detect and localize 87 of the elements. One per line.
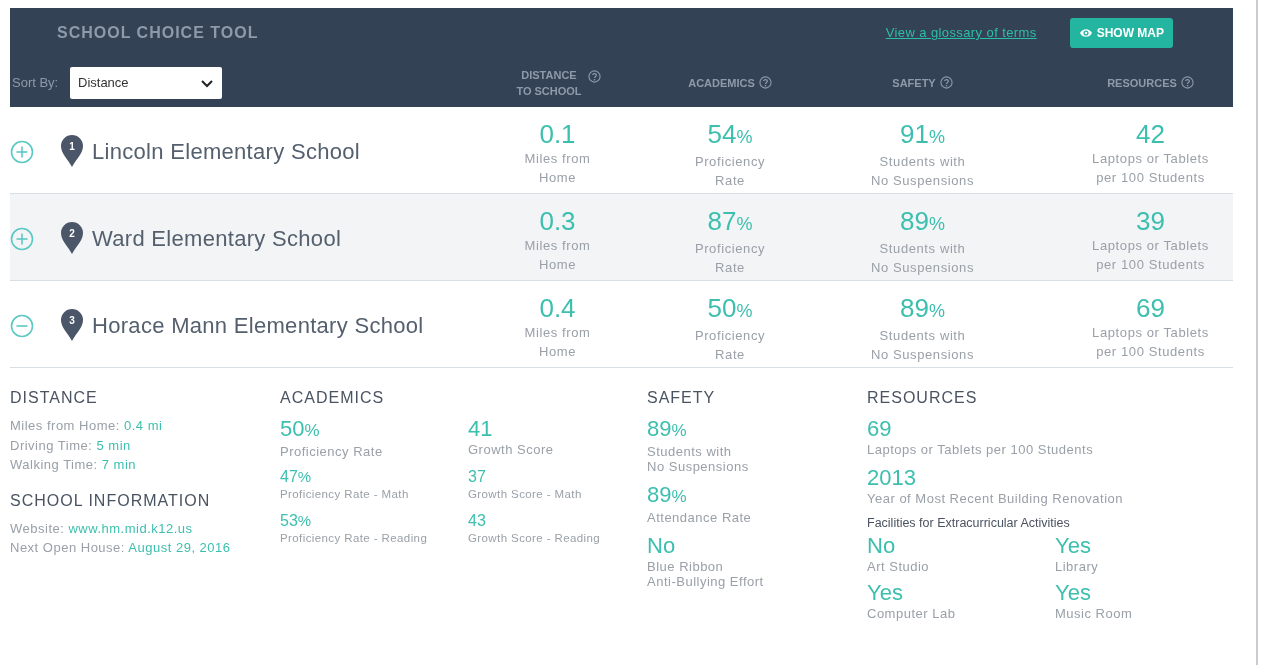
metric-value: Yes xyxy=(1055,532,1092,559)
help-icon xyxy=(939,76,953,89)
collapse-button[interactable] xyxy=(10,313,34,337)
expand-button[interactable] xyxy=(10,226,34,250)
metric-value: 2013 xyxy=(867,465,917,491)
school-name[interactable]: Horace Mann Elementary School xyxy=(92,308,424,342)
metric-value: 89% xyxy=(647,482,688,509)
school-name[interactable]: Lincoln Elementary School xyxy=(92,134,360,168)
metric-caption: Proficiency Rate - Math xyxy=(280,487,410,501)
metric-value: 0.4 xyxy=(538,293,577,323)
metric-caption: Miles from Home xyxy=(523,324,592,361)
column-header[interactable]: SAFETY xyxy=(892,74,936,91)
column-header[interactable]: RESOURCES xyxy=(1107,74,1177,91)
metric-caption: Library xyxy=(1055,558,1100,574)
metric-caption: Laptops or Tablets per 100 Students xyxy=(1091,237,1210,274)
metric-caption: Laptops or Tablets per 100 Students xyxy=(1091,150,1210,187)
section-heading: DISTANCE xyxy=(10,388,99,408)
metric-caption: Laptops or Tablets per 100 Students xyxy=(1091,324,1210,361)
metric-value: 89% xyxy=(899,206,946,238)
metric-value: Yes xyxy=(867,579,904,606)
metric-caption: Year of Most Recent Building Renovation xyxy=(867,491,1125,506)
metric-value: 39 xyxy=(1135,206,1166,236)
sort-dropdown[interactable]: Distance xyxy=(70,66,222,99)
metric-value: 0.1 xyxy=(538,119,577,149)
help-icon xyxy=(758,76,772,89)
metric-caption: Laptops or Tablets per 100 Students xyxy=(867,442,1095,457)
metric-value: 37 xyxy=(468,467,487,487)
metric-value: 0.3 xyxy=(538,206,577,236)
metric-value: 42 xyxy=(1135,119,1166,149)
map-pin-icon xyxy=(60,134,84,168)
glossary-link[interactable]: View a glossary of terms xyxy=(885,23,1037,43)
metric-value: 89% xyxy=(647,416,688,443)
detail-line: Next Open House: August 29, 2016 xyxy=(10,539,232,557)
pin-number: 2 xyxy=(68,227,76,241)
column-header[interactable]: ACADEMICS xyxy=(688,74,755,91)
metric-caption: Proficiency Rate xyxy=(280,444,384,459)
sort-label: Sort By: xyxy=(12,73,60,92)
metric-value: 50% xyxy=(706,293,754,325)
metric-value: 54% xyxy=(706,119,754,151)
metric-value: 50% xyxy=(280,416,321,443)
map-pin-icon xyxy=(60,308,84,342)
pin-number: 3 xyxy=(68,314,76,328)
metric-caption: Students with No Suspensions xyxy=(647,444,750,474)
section-heading: RESOURCES xyxy=(867,388,979,408)
metric-value: Yes xyxy=(1055,579,1092,606)
metric-caption: Music Room xyxy=(1055,605,1134,621)
metric-value: 89% xyxy=(899,293,946,325)
metric-value: 53% xyxy=(280,511,313,531)
section-heading: ACADEMICS xyxy=(280,388,386,408)
metric-value: 87% xyxy=(706,206,754,238)
column-header[interactable]: DISTANCE TO SCHOOL xyxy=(514,66,584,99)
metric-value: No xyxy=(867,532,897,559)
help-icon xyxy=(1180,76,1194,89)
metric-caption: Proficiency Rate - Reading xyxy=(280,531,429,545)
metric-caption: Students with No Suspensions xyxy=(869,327,976,364)
subheading: Facilities for Extracurricular Activities xyxy=(867,515,1071,532)
pin-number: 1 xyxy=(68,140,76,154)
metric-caption: Proficiency Rate xyxy=(693,327,767,364)
section-heading: SCHOOL INFORMATION xyxy=(10,490,212,511)
metric-caption: Students with No Suspensions xyxy=(869,240,976,277)
expand-button[interactable] xyxy=(10,139,34,163)
metric-value: 69 xyxy=(1135,293,1166,323)
metric-caption: Growth Score - Reading xyxy=(468,531,602,545)
metric-caption: Attendance Rate xyxy=(647,510,753,525)
metric-caption: Blue Ribbon Anti-Bullying Effort xyxy=(647,559,765,589)
section-heading: SAFETY xyxy=(647,388,717,408)
school-row[interactable]: 2 Ward Elementary School 0.3 Miles from Home 87% Proficiency Rate 89% Students with No Suspensions 39 Laptops or Tablets per 100 Students xyxy=(10,194,1233,281)
metric-caption: Computer Lab xyxy=(867,605,957,621)
metric-caption: Art Studio xyxy=(867,558,931,574)
metric-value: 47% xyxy=(280,467,313,487)
metric-caption: Proficiency Rate xyxy=(693,153,767,190)
metric-caption: Students with No Suspensions xyxy=(869,153,976,190)
metric-value: No xyxy=(647,533,677,559)
metric-value: 69 xyxy=(867,416,893,442)
map-pin-icon xyxy=(60,221,84,255)
detail-line: Miles from Home: 0.4 mi xyxy=(10,417,164,435)
metric-caption: Proficiency Rate xyxy=(693,240,767,277)
app-title: SCHOOL CHOICE TOOL xyxy=(57,23,259,43)
detail-line: Walking Time: 7 min xyxy=(10,456,138,474)
detail-line: Website: www.hm.mid.k12.us xyxy=(10,519,194,538)
school-name[interactable]: Ward Elementary School xyxy=(92,221,342,255)
help-icon xyxy=(588,70,601,83)
detail-line: Driving Time: 5 min xyxy=(10,436,132,455)
eye-icon xyxy=(1078,27,1093,39)
metric-value: 91% xyxy=(899,119,946,151)
metric-caption: Miles from Home xyxy=(523,150,592,187)
metric-caption: Miles from Home xyxy=(523,237,592,274)
